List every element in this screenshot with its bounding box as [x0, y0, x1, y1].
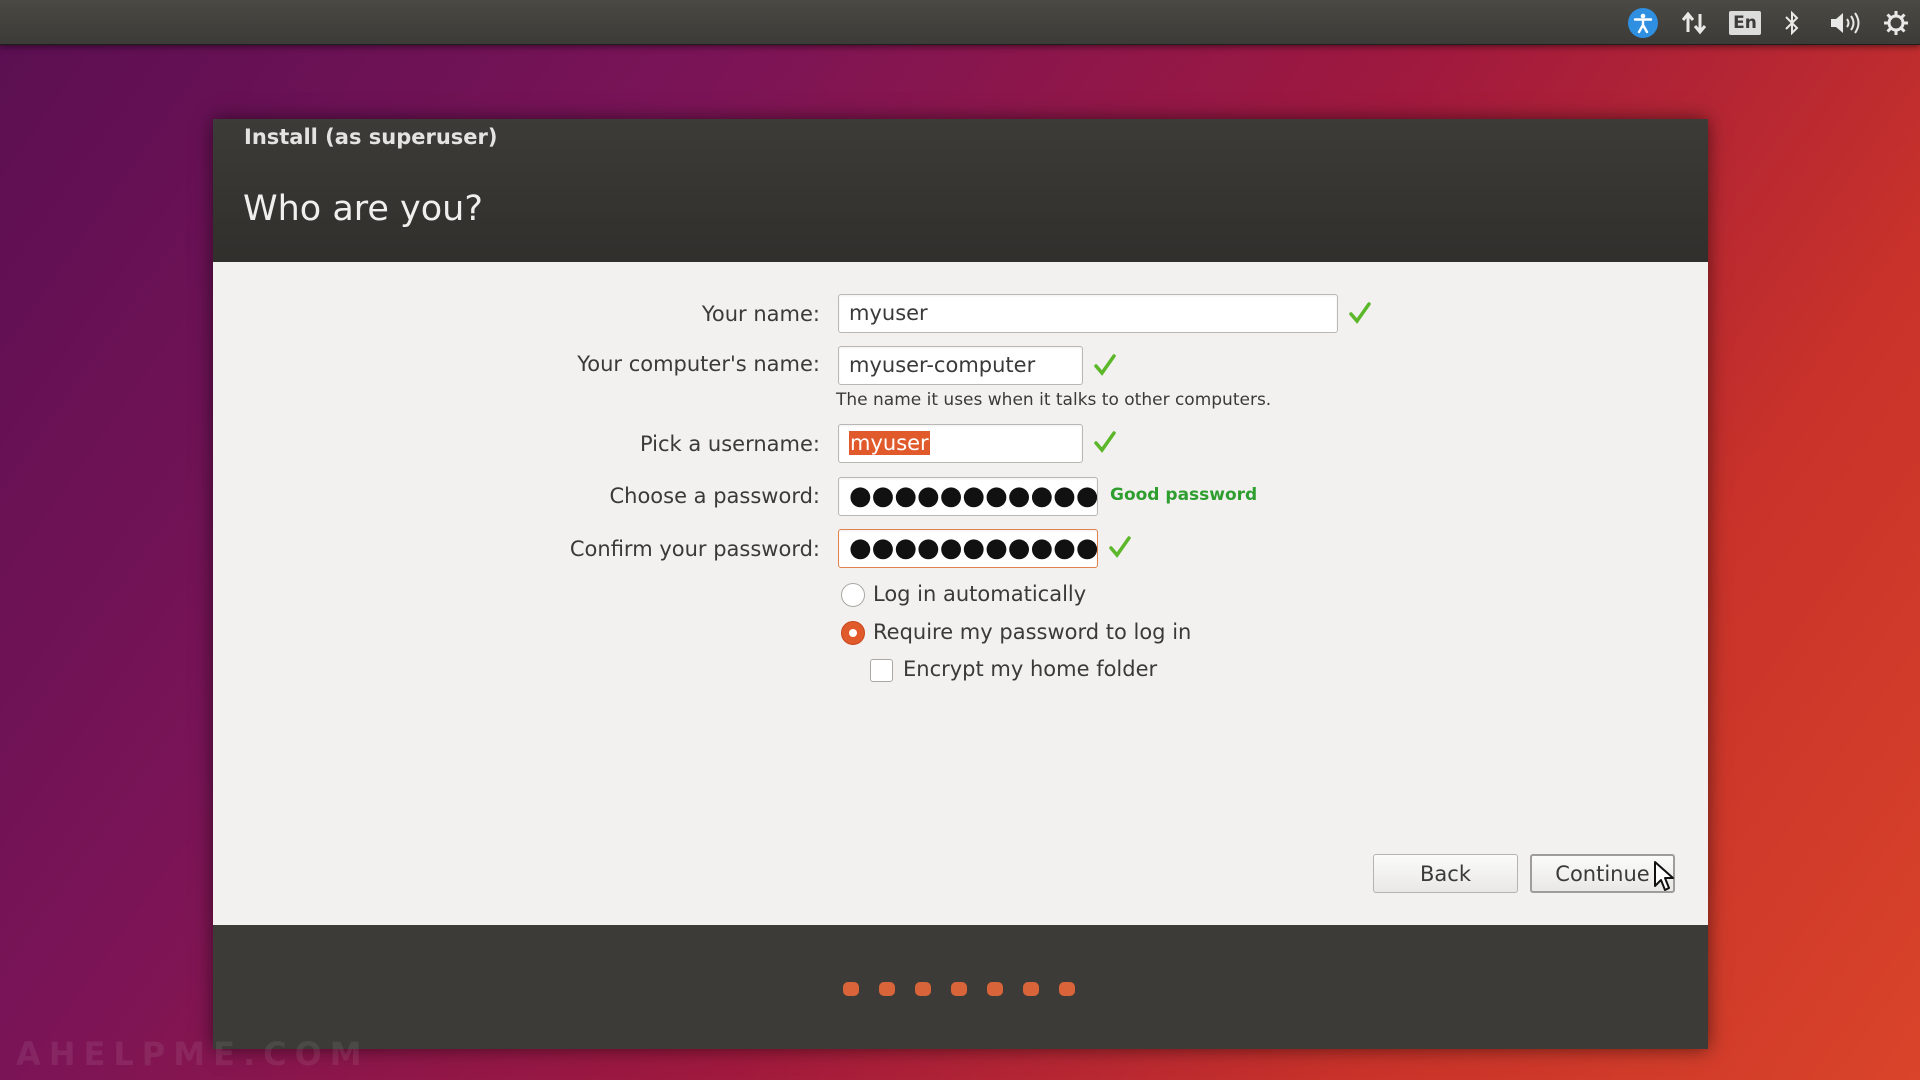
require-password-label[interactable]: Require my password to log in [873, 620, 1191, 644]
username-input[interactable]: myuser [838, 424, 1083, 463]
computer-name-input[interactable]: myuser-computer [838, 346, 1083, 385]
progress-step-dot [987, 982, 1003, 996]
your-name-label: Your name: [701, 302, 820, 326]
volume-icon[interactable] [1825, 8, 1865, 38]
progress-step-dot [1023, 982, 1039, 996]
computer-name-valid-check-icon [1094, 354, 1116, 376]
password-masked-value: ●●●●●●●●●●●● [849, 481, 1098, 511]
window-title: Install (as superuser) [244, 125, 498, 149]
language-indicator: En [1729, 11, 1761, 35]
confirm-password-masked-value: ●●●●●●●●●●●● [849, 533, 1098, 563]
username-selected-text: myuser [849, 431, 930, 455]
watermark-text: AHELPME.COM [16, 1035, 370, 1073]
network-icon[interactable] [1678, 8, 1710, 38]
password-strength-text: Good password [1110, 485, 1258, 505]
confirm-password-label: Confirm your password: [569, 537, 820, 561]
progress-footer [213, 925, 1708, 1049]
installer-window: Install (as superuser) Who are you? Your… [213, 119, 1708, 1049]
log-in-automatically-label[interactable]: Log in automatically [873, 582, 1086, 606]
username-label: Pick a username: [639, 432, 820, 456]
name-valid-check-icon [1349, 302, 1371, 324]
computer-name-label: Your computer's name: [577, 352, 820, 376]
your-name-input[interactable]: myuser [838, 294, 1338, 333]
mouse-cursor-icon [1654, 861, 1674, 891]
password-input[interactable]: ●●●●●●●●●●●● [838, 477, 1098, 516]
username-valid-check-icon [1094, 431, 1116, 453]
back-button[interactable]: Back [1373, 854, 1518, 893]
encrypt-home-folder-label[interactable]: Encrypt my home folder [903, 657, 1157, 681]
accessibility-icon[interactable] [1627, 8, 1659, 38]
confirm-password-input[interactable]: ●●●●●●●●●●●● [838, 529, 1098, 568]
keyboard-language-icon[interactable]: En [1729, 8, 1761, 38]
bluetooth-icon[interactable] [1777, 8, 1807, 38]
top-panel: En [0, 0, 1920, 45]
log-in-automatically-radio[interactable] [841, 583, 865, 607]
progress-step-dot [915, 982, 931, 996]
progress-step-dot [843, 982, 859, 996]
encrypt-home-folder-checkbox[interactable] [870, 659, 893, 682]
progress-step-dot [1059, 982, 1075, 996]
page-title: Who are you? [243, 189, 483, 229]
settings-gear-icon[interactable] [1880, 8, 1912, 38]
password-label: Choose a password: [609, 484, 820, 508]
require-password-radio[interactable] [841, 621, 865, 645]
progress-step-dot [951, 982, 967, 996]
computer-name-hint: The name it uses when it talks to other … [836, 390, 1272, 410]
confirm-password-valid-check-icon [1109, 536, 1131, 558]
progress-step-dot [879, 982, 895, 996]
window-header: Install (as superuser) Who are you? [213, 119, 1708, 262]
